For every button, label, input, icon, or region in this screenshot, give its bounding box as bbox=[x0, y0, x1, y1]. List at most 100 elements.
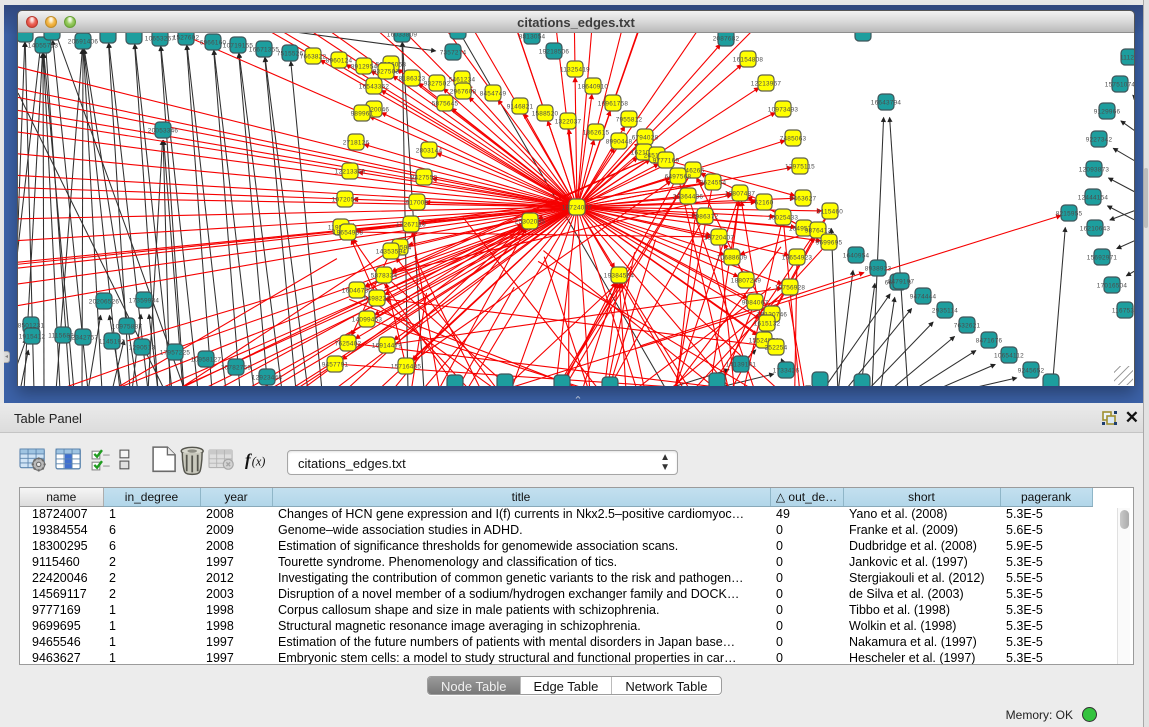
svg-text:9084067: 9084067 bbox=[742, 299, 769, 306]
svg-text:1290513: 1290513 bbox=[129, 344, 156, 351]
svg-text:10807487: 10807487 bbox=[725, 190, 756, 197]
svg-text:10973493: 10973493 bbox=[768, 106, 799, 113]
svg-text:8471676: 8471676 bbox=[976, 337, 1003, 344]
svg-text:15716485: 15716485 bbox=[391, 363, 422, 370]
svg-text:14139141: 14139141 bbox=[726, 361, 757, 368]
svg-text:18807249: 18807249 bbox=[731, 277, 762, 284]
svg-text:1167531: 1167531 bbox=[1112, 307, 1134, 314]
svg-text:10653267: 10653267 bbox=[145, 35, 176, 42]
svg-text:14099463: 14099463 bbox=[352, 316, 383, 323]
svg-text:2935114: 2935114 bbox=[932, 307, 958, 314]
svg-text:9463627: 9463627 bbox=[790, 195, 817, 202]
svg-text:6794028: 6794028 bbox=[632, 134, 659, 141]
svg-text:19384554: 19384554 bbox=[604, 272, 635, 279]
svg-text:7632621: 7632621 bbox=[954, 322, 981, 329]
svg-text:16671355: 16671355 bbox=[249, 46, 280, 53]
svg-text:12923448: 12923448 bbox=[252, 374, 283, 381]
svg-text:12213369: 12213369 bbox=[335, 168, 366, 175]
svg-text:9876412: 9876412 bbox=[805, 227, 832, 234]
svg-text:14055713: 14055713 bbox=[28, 42, 59, 49]
svg-text:8479197: 8479197 bbox=[888, 278, 915, 285]
svg-text:20691406: 20691406 bbox=[68, 38, 99, 45]
svg-text:9777169: 9777169 bbox=[653, 157, 680, 164]
svg-text:62160: 62160 bbox=[754, 199, 773, 206]
svg-text:10975887: 10975887 bbox=[112, 323, 143, 330]
svg-text:9699695: 9699695 bbox=[816, 239, 843, 246]
svg-text:9327503: 9327503 bbox=[373, 68, 400, 75]
svg-text:7485063: 7485063 bbox=[780, 135, 807, 142]
svg-text:12444154: 12444154 bbox=[1078, 194, 1109, 201]
svg-text:20206526: 20206526 bbox=[89, 298, 120, 305]
svg-text:2087682: 2087682 bbox=[713, 35, 740, 42]
svg-text:2967608: 2967608 bbox=[450, 88, 477, 95]
svg-text:15692971: 15692971 bbox=[1087, 254, 1118, 261]
svg-text:5878334: 5878334 bbox=[371, 272, 398, 279]
svg-text:17359934: 17359934 bbox=[129, 297, 160, 304]
svg-text:19654923: 19654923 bbox=[782, 254, 813, 261]
svg-text:1145191: 1145191 bbox=[99, 338, 125, 345]
svg-text:(x): (x) bbox=[252, 455, 266, 469]
svg-text:1362615: 1362615 bbox=[583, 129, 610, 136]
svg-text:12342757: 12342757 bbox=[68, 334, 99, 341]
svg-text:19654933: 19654933 bbox=[333, 229, 364, 236]
svg-text:10025433: 10025433 bbox=[768, 214, 799, 221]
svg-text:8427552: 8427552 bbox=[411, 174, 438, 181]
svg-text:7986372: 7986372 bbox=[692, 213, 719, 220]
svg-text:1322037: 1322037 bbox=[555, 118, 582, 125]
svg-text:10958127: 10958127 bbox=[191, 356, 222, 363]
svg-text:11123: 11123 bbox=[1120, 54, 1134, 61]
svg-text:12975115: 12975115 bbox=[785, 163, 815, 170]
svg-text:1640954: 1640954 bbox=[843, 252, 870, 259]
svg-text:2803144: 2803144 bbox=[416, 147, 443, 154]
svg-text:7663822: 7663822 bbox=[300, 53, 327, 60]
svg-text:10654112: 10654112 bbox=[994, 352, 1024, 359]
svg-text:1733426: 1733426 bbox=[773, 367, 800, 374]
svg-text:13267110: 13267110 bbox=[396, 221, 426, 228]
svg-text:16210643: 16210643 bbox=[1080, 225, 1111, 232]
svg-text:16961758: 16961758 bbox=[598, 100, 629, 107]
svg-text:18640910: 18640910 bbox=[578, 83, 609, 90]
svg-text:5875645: 5875645 bbox=[432, 100, 459, 107]
svg-text:989961: 989961 bbox=[351, 110, 374, 117]
svg-text:16643794: 16643794 bbox=[871, 99, 902, 106]
svg-text:1588520: 1588520 bbox=[532, 110, 559, 117]
svg-text:19756928: 19756928 bbox=[775, 284, 806, 291]
svg-text:9129966: 9129966 bbox=[1094, 108, 1121, 115]
svg-text:8215955: 8215955 bbox=[1056, 210, 1083, 217]
svg-text:8990448: 8990448 bbox=[606, 138, 633, 145]
svg-text:2718126: 2718126 bbox=[343, 139, 370, 146]
svg-text:8813054: 8813054 bbox=[519, 33, 546, 40]
svg-text:5461234: 5461234 bbox=[449, 76, 476, 83]
svg-text:8938923: 8938923 bbox=[865, 265, 892, 272]
svg-text:18724007: 18724007 bbox=[562, 204, 593, 211]
svg-text:9474444: 9474444 bbox=[910, 293, 937, 300]
svg-text:9245652: 9245652 bbox=[1018, 367, 1045, 374]
svg-text:25302035: 25302035 bbox=[515, 218, 546, 225]
svg-text:20364436: 20364436 bbox=[673, 193, 704, 200]
svg-text:3624554: 3624554 bbox=[700, 179, 727, 186]
svg-text:12093873: 12093873 bbox=[1079, 166, 1110, 173]
svg-text:15751074: 15751074 bbox=[1105, 81, 1134, 88]
svg-text:10782759: 10782759 bbox=[221, 364, 252, 371]
svg-text:9457791: 9457791 bbox=[322, 361, 349, 368]
svg-text:8454749: 8454749 bbox=[480, 90, 507, 97]
svg-text:16046730: 16046730 bbox=[342, 287, 373, 294]
svg-text:6497568: 6497568 bbox=[665, 173, 692, 180]
svg-text:15720407: 15720407 bbox=[704, 234, 735, 241]
svg-text:12213967: 12213967 bbox=[751, 80, 782, 87]
svg-text:17016504: 17016504 bbox=[1097, 282, 1128, 289]
svg-text:1615132: 1615132 bbox=[754, 320, 781, 327]
svg-text:7955812: 7955812 bbox=[616, 116, 643, 123]
svg-text:7357274: 7357274 bbox=[440, 49, 467, 56]
svg-text:1915412: 1915412 bbox=[19, 333, 46, 340]
svg-text:252254: 252254 bbox=[765, 344, 788, 351]
svg-text:7625402: 7625402 bbox=[335, 340, 362, 347]
svg-text:16033809: 16033809 bbox=[387, 33, 418, 38]
svg-text:1072052: 1072052 bbox=[332, 196, 359, 203]
svg-text:10688609: 10688609 bbox=[717, 254, 748, 261]
svg-text:1527602: 1527602 bbox=[173, 34, 200, 41]
svg-text:9146821: 9146821 bbox=[507, 103, 534, 110]
svg-text:9227342: 9227342 bbox=[1086, 136, 1113, 143]
svg-text:14353594: 14353594 bbox=[376, 248, 407, 255]
svg-text:20053346: 20053346 bbox=[148, 127, 179, 134]
